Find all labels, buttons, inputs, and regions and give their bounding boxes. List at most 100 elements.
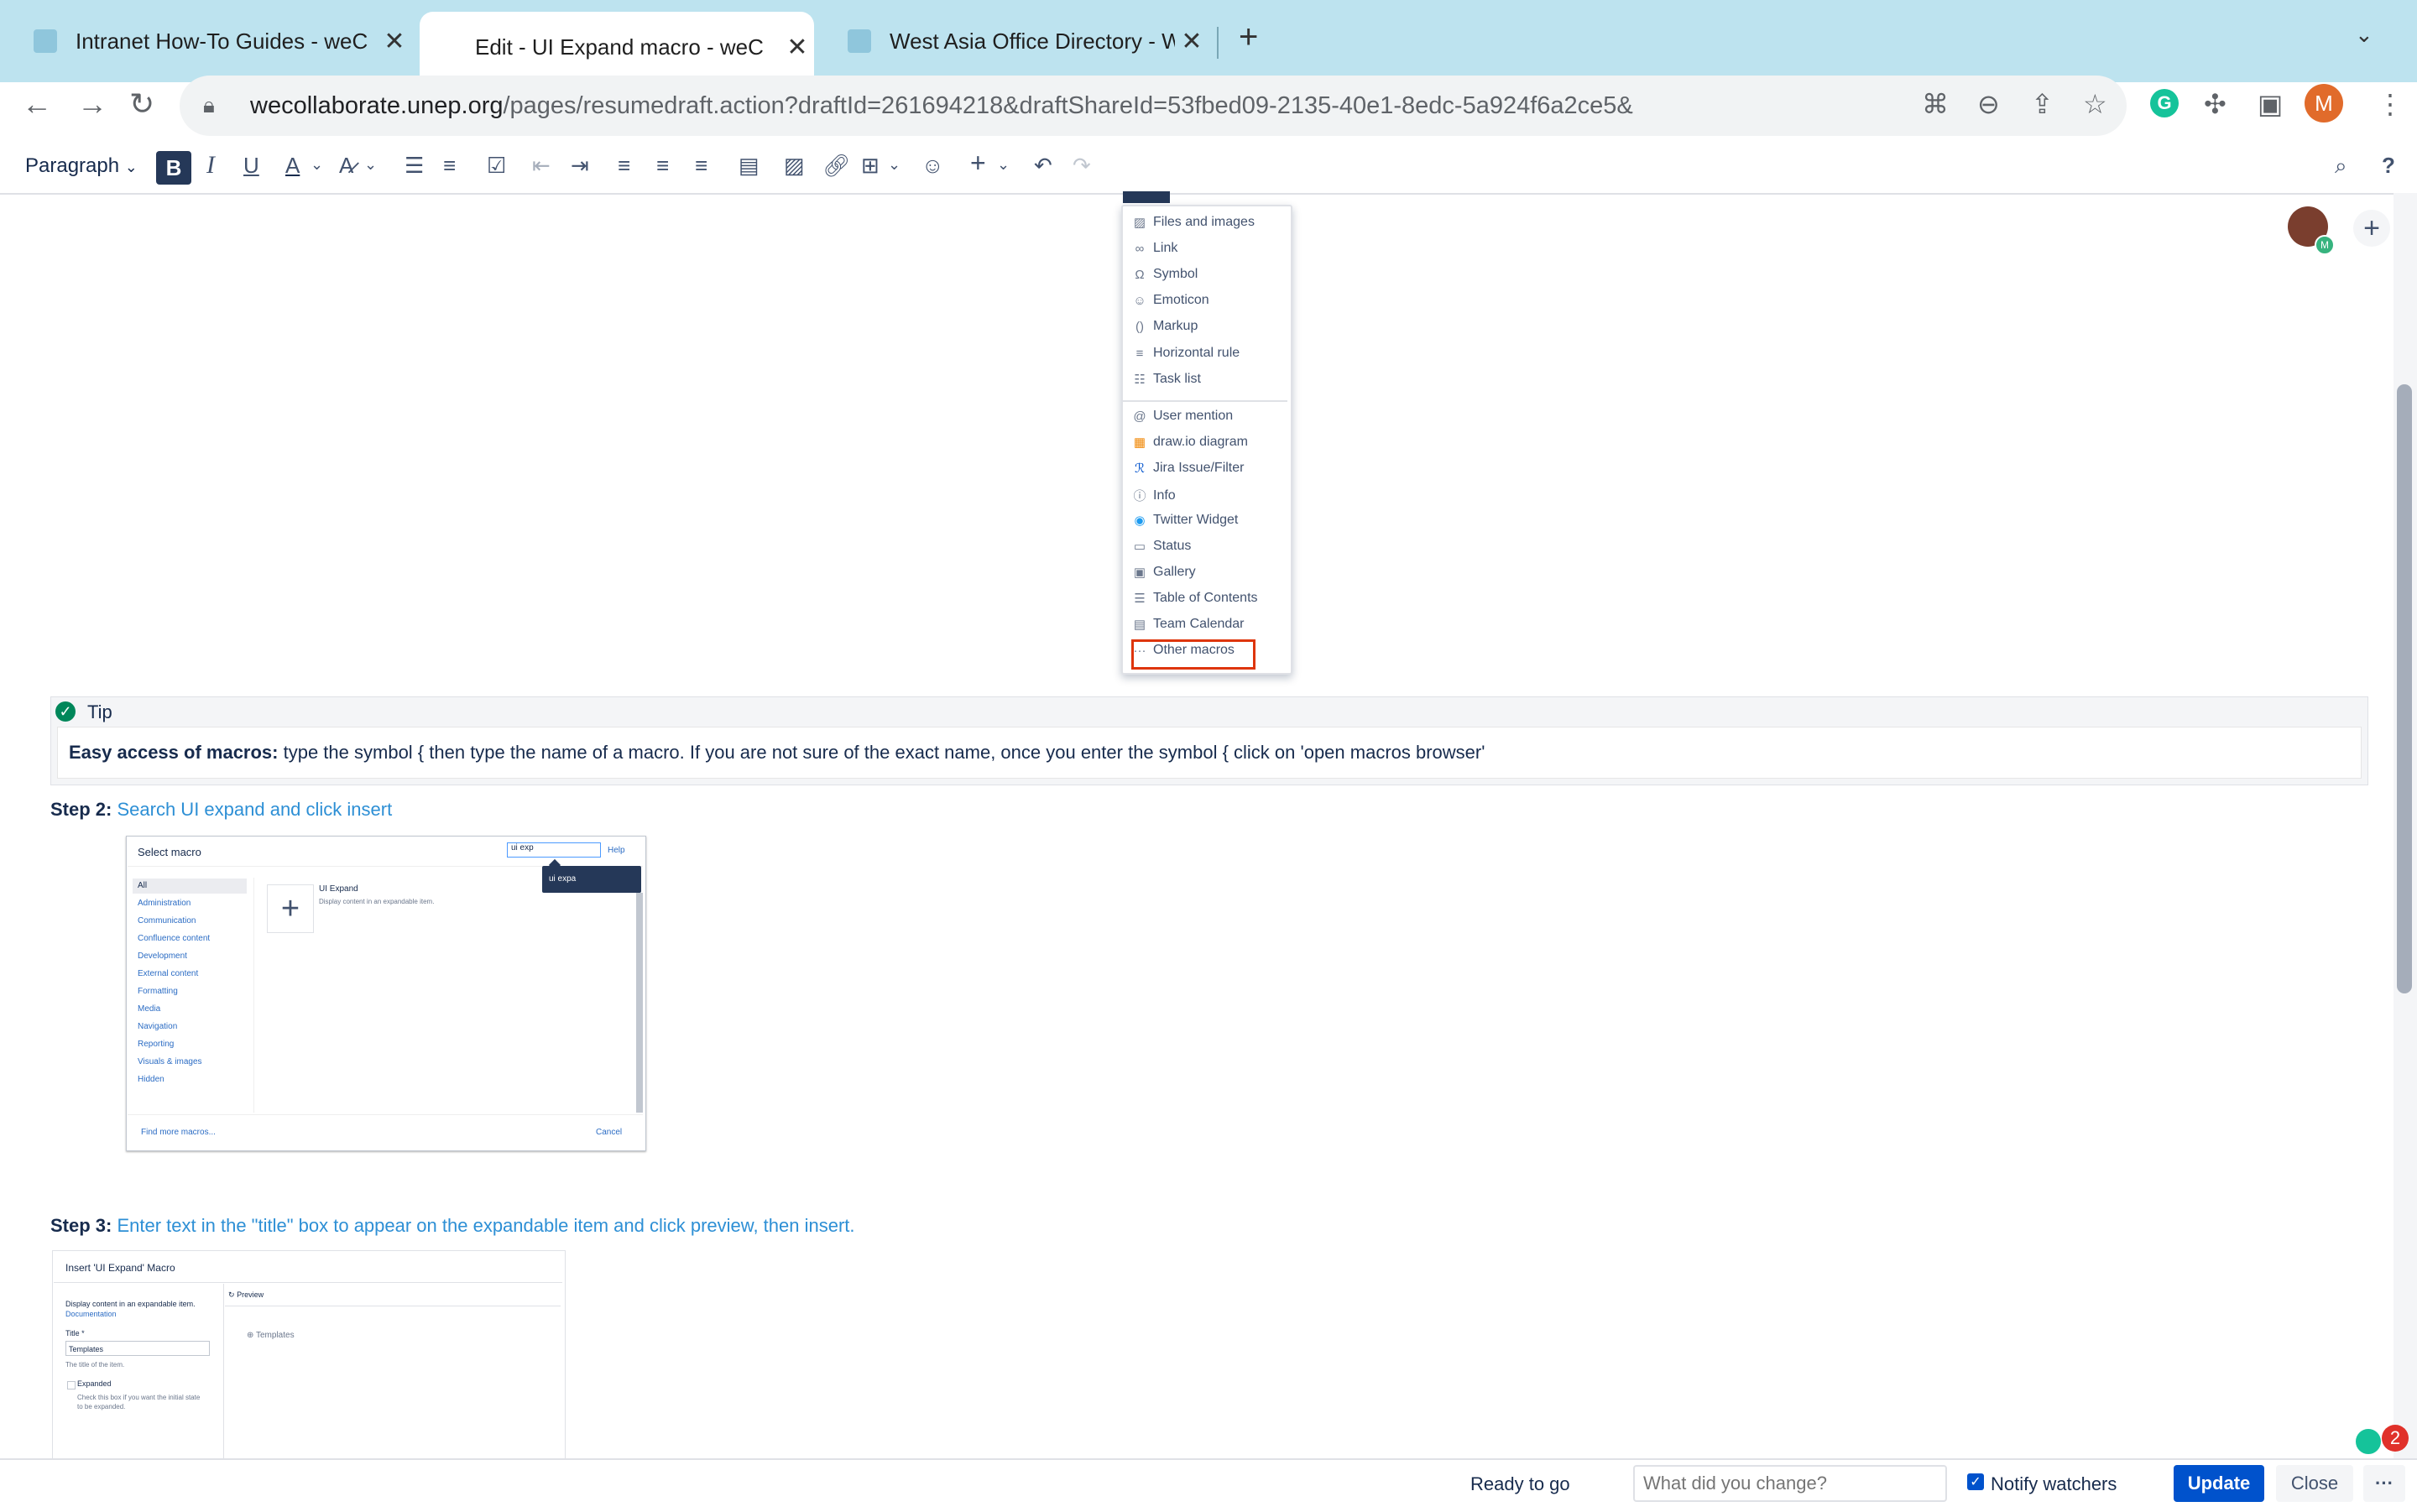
redo-icon[interactable]: ↷ — [1073, 153, 1091, 179]
update-button[interactable]: Update — [2174, 1465, 2264, 1502]
tab-edit-ui-expand[interactable]: Edit - UI Expand macro - weC ✕ — [420, 12, 814, 82]
menu-item-user-mention[interactable]: @ User mention — [1133, 409, 1233, 424]
bullet-list-icon[interactable]: ☰ — [405, 153, 424, 179]
shot-category-item: Hidden — [138, 1075, 164, 1084]
highlight-box — [1131, 639, 1255, 670]
url-text: wecollaborate.unep.org/pages/resumedraft… — [250, 92, 1633, 120]
menu-label: User mention — [1153, 409, 1234, 423]
menu-item-info[interactable]: ⓘ Info — [1133, 487, 1175, 504]
menu-label: Table of Contents — [1153, 591, 1258, 605]
menu-item-horizontal-rule[interactable]: ≡ Horizontal rule — [1133, 346, 1240, 361]
align-right-icon[interactable]: ≡ — [695, 153, 707, 179]
outdent-icon[interactable]: ⇤ — [532, 153, 551, 179]
tab-west-asia-directory[interactable]: West Asia Office Directory - W ✕ — [814, 12, 1208, 70]
new-tab-button[interactable]: + — [1239, 18, 1258, 56]
forward-icon[interactable]: → — [77, 86, 107, 122]
chevron-down-icon[interactable]: ⌄ — [364, 156, 377, 174]
undo-icon[interactable]: ↶ — [1034, 153, 1052, 179]
link-icon[interactable]: 🔗︎ — [822, 153, 850, 179]
shot2-expanded-label: Expanded — [77, 1379, 112, 1388]
info-icon: ⓘ — [1133, 489, 1146, 503]
layout-icon[interactable]: ▤ — [739, 153, 760, 179]
menu-label: Task list — [1153, 372, 1201, 386]
grammarly-count-badge[interactable]: 2 — [2382, 1425, 2409, 1452]
shot-category-item: Visuals & images — [138, 1057, 202, 1066]
table-icon[interactable]: ⊞ — [861, 153, 880, 179]
shot-category-item: Navigation — [138, 1022, 178, 1031]
insert-button-active[interactable] — [1123, 191, 1170, 203]
shot-search-input: ui exp — [507, 842, 601, 858]
menu-item-link[interactable]: ∞ Link — [1133, 241, 1178, 256]
menu-item-drawio-diagram[interactable]: ▦ draw.io diagram — [1133, 435, 1248, 450]
close-tab-icon[interactable]: ✕ — [378, 27, 411, 56]
italic-button[interactable]: I — [206, 151, 215, 180]
menu-item-table-of-contents[interactable]: ☰ Table of Contents — [1133, 591, 1258, 606]
menu-item-status[interactable]: ▭ Status — [1133, 539, 1191, 554]
paragraph-style-dropdown[interactable]: Paragraph ⌄ — [25, 154, 138, 178]
zoom-icon[interactable]: ⊖ — [1977, 88, 2000, 120]
menu-item-gallery[interactable]: ▣ Gallery — [1133, 565, 1196, 580]
shot2-expanded-checkbox — [67, 1381, 76, 1389]
menu-item-jira-issue[interactable]: ℛ Jira Issue/Filter — [1133, 461, 1244, 476]
emoticon-icon[interactable]: ☺ — [921, 153, 944, 179]
numbered-list-icon[interactable]: ≡ — [443, 153, 456, 179]
insert-plus-icon[interactable]: + — [970, 148, 986, 179]
menu-item-twitter-widget[interactable]: ◉ Twitter Widget — [1133, 513, 1238, 528]
change-comment-input[interactable] — [1633, 1465, 1947, 1502]
extensions-puzzle-icon[interactable]: ✣ — [2204, 88, 2226, 120]
side-panel-icon[interactable]: ▣ — [2258, 88, 2283, 120]
align-left-icon[interactable]: ≡ — [618, 153, 630, 179]
close-tab-icon[interactable]: ✕ — [1175, 27, 1208, 56]
menu-label: Markup — [1153, 319, 1198, 333]
editor-toolbar — [0, 143, 2417, 195]
step-text: Enter text in the "title" box to appear … — [117, 1215, 855, 1236]
shot-category-item: Formatting — [138, 987, 178, 996]
menu-item-emoticon[interactable]: ☺ Emoticon — [1133, 293, 1208, 308]
find-search-icon[interactable]: ⌕ — [2335, 153, 2347, 180]
chevron-down-icon[interactable]: ⌄ — [311, 156, 323, 174]
translate-icon[interactable]: ⌘ — [1922, 88, 1949, 120]
bold-button[interactable]: B — [156, 151, 191, 185]
bookmark-star-icon[interactable]: ☆ — [2083, 88, 2107, 120]
reload-icon[interactable]: ↻ — [129, 86, 154, 122]
tip-bold: Easy access of macros: — [69, 742, 279, 763]
more-options-button[interactable]: ··· — [2363, 1465, 2405, 1502]
share-icon[interactable]: ⇪ — [2031, 88, 2054, 120]
grammarly-extension-icon[interactable]: G — [2150, 89, 2179, 117]
chevron-down-icon[interactable]: ⌄ — [888, 156, 901, 174]
address-bar[interactable]: 🔒︎ wecollaborate.unep.org/pages/resumedr… — [180, 76, 2127, 136]
indent-icon[interactable]: ⇥ — [571, 153, 589, 179]
save-status: Ready to go — [1470, 1473, 1570, 1494]
grammarly-float-icon[interactable] — [2353, 1426, 2383, 1457]
chevron-down-icon[interactable]: ⌄ — [997, 156, 1010, 174]
tip-title: Tip — [87, 701, 112, 722]
lock-icon: 🔒︎ — [203, 92, 215, 117]
menu-item-task-list[interactable]: ☷ Task list — [1133, 372, 1201, 387]
shot-category-item: Media — [138, 1004, 161, 1014]
invite-plus-button[interactable]: + — [2353, 210, 2390, 247]
back-icon[interactable]: ← — [22, 86, 52, 122]
menu-item-markup[interactable]: () Markup — [1133, 319, 1198, 334]
shot-tooltip: ui expa — [542, 866, 641, 893]
help-button[interactable]: ? — [2382, 153, 2395, 179]
menu-item-symbol[interactable]: Ω Symbol — [1133, 267, 1198, 282]
close-button[interactable]: Close — [2276, 1465, 2353, 1502]
browser-menu-icon[interactable]: ⋮ — [2377, 88, 2404, 120]
underline-button[interactable]: U — [243, 153, 259, 179]
text-style-icon[interactable]: A̷ — [339, 153, 353, 179]
align-center-icon[interactable]: ≡ — [656, 153, 669, 179]
notify-watchers-checkbox[interactable]: ✓ — [1967, 1473, 1984, 1490]
scrollbar-thumb[interactable] — [2397, 384, 2412, 993]
shot2-field-hint: The title of the item. — [65, 1361, 125, 1369]
close-tab-icon[interactable]: ✕ — [780, 33, 814, 62]
menu-item-files-and-images[interactable]: ▨ Files and images — [1133, 215, 1255, 230]
task-checkbox-icon[interactable]: ☑ — [487, 153, 506, 179]
text-color-button[interactable]: A — [285, 153, 300, 179]
image-icon[interactable]: ▨ — [784, 153, 805, 179]
tab-intranet-guides[interactable]: Intranet How-To Guides - weC ✕ — [0, 12, 411, 70]
profile-avatar[interactable]: M — [2305, 84, 2343, 123]
menu-item-team-calendar[interactable]: ▤ Team Calendar — [1133, 617, 1245, 632]
tab-title: Intranet How-To Guides - weC — [76, 28, 368, 54]
tab-search-chevron-icon[interactable]: ⌄ — [2355, 22, 2373, 48]
menu-label: Jira Issue/Filter — [1153, 461, 1245, 475]
